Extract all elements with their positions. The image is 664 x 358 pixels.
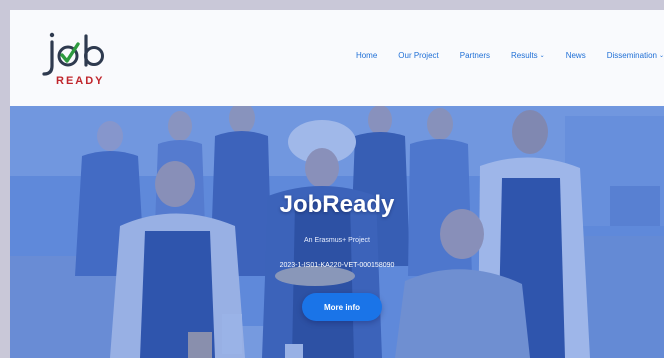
hero-subtitle: An Erasmus+ Project xyxy=(304,237,370,244)
hero-title: JobReady xyxy=(279,191,395,218)
chevron-down-icon: ⌄ xyxy=(658,52,664,59)
page-frame: READY Home Our Project Partners Results ⌄… xyxy=(10,10,664,358)
nav-partners[interactable]: Partners xyxy=(460,51,490,60)
jobready-logo[interactable]: READY xyxy=(36,28,116,88)
nav-results-label: Results xyxy=(510,50,538,60)
site-header: READY Home Our Project Partners Results ⌄… xyxy=(10,10,664,107)
hero-section: JobReady An Erasmus+ Project 2023-1-IS01… xyxy=(10,106,664,358)
chevron-down-icon: ⌄ xyxy=(539,52,545,59)
nav-dissemination[interactable]: Dissemination ⌄ xyxy=(607,51,664,60)
nav-news[interactable]: News xyxy=(566,51,586,60)
nav-home[interactable]: Home xyxy=(356,51,377,60)
nav-results[interactable]: Results ⌄ xyxy=(511,51,545,60)
nav-news-label: News xyxy=(565,50,586,60)
nav-partners-label: Partners xyxy=(459,50,490,60)
nav-our-project[interactable]: Our Project xyxy=(398,51,438,60)
nav-our-project-label: Our Project xyxy=(398,50,439,60)
project-code: 2023-1-IS01-KA220-VET-000158090 xyxy=(279,262,395,269)
logo-ready-text: READY xyxy=(56,75,105,87)
nav-home-label: Home xyxy=(355,50,378,60)
more-info-button[interactable]: More info xyxy=(302,293,382,321)
nav-dissemination-label: Dissemination xyxy=(606,50,657,60)
main-nav: Home Our Project Partners Results ⌄ News … xyxy=(335,47,664,63)
